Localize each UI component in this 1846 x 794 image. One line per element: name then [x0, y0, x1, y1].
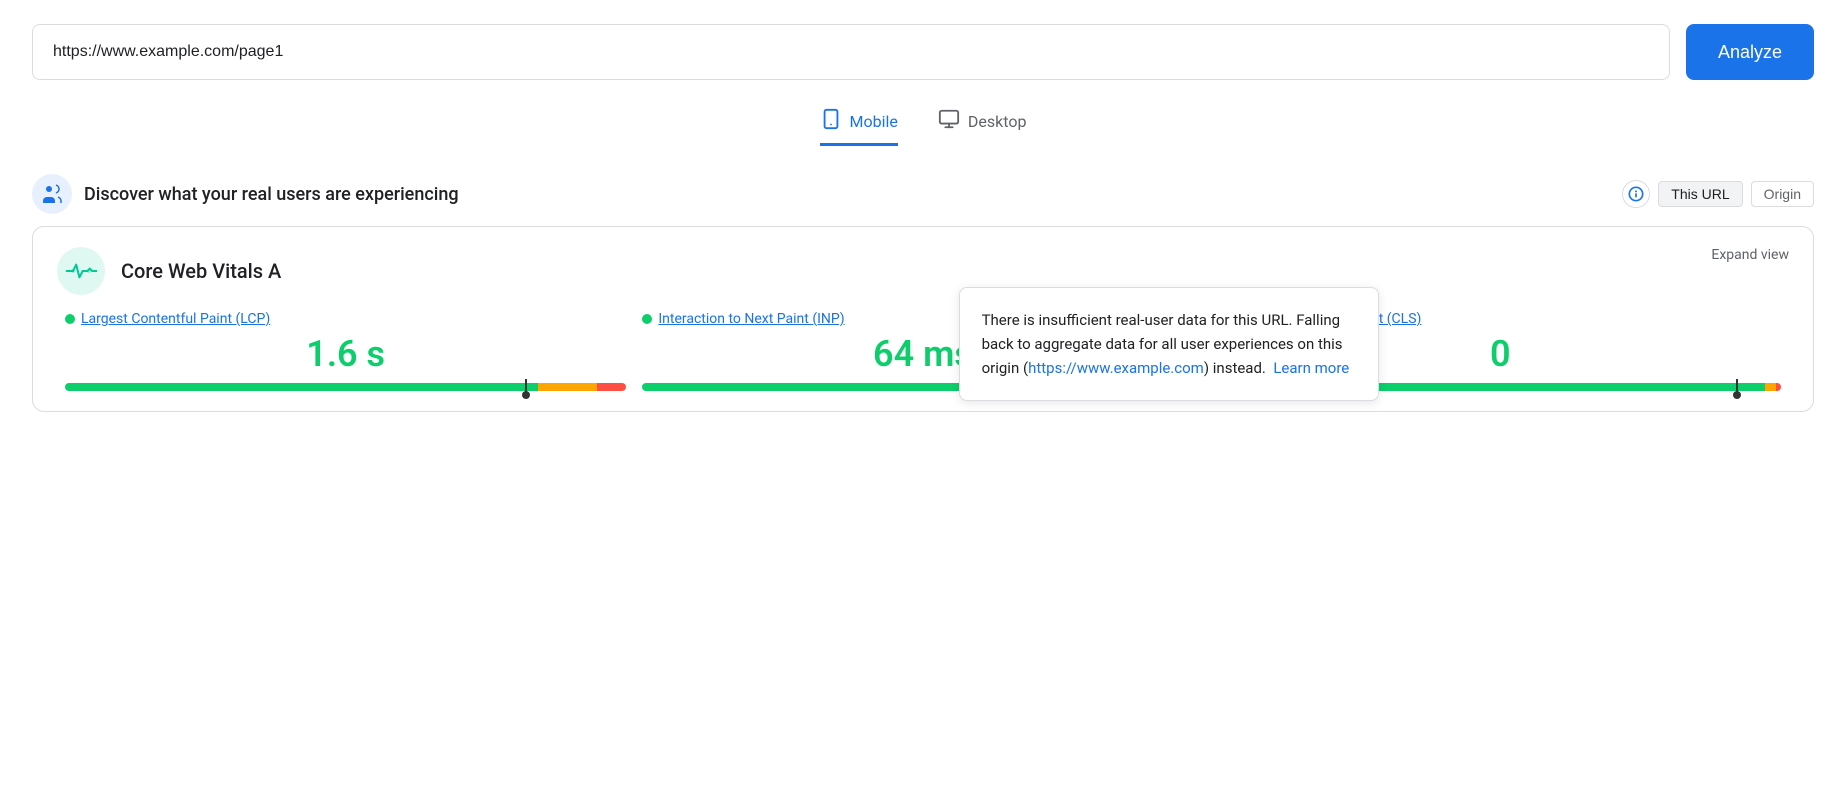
learn-more-link[interactable]: Learn more — [1273, 359, 1349, 377]
lcp-status-dot — [65, 314, 75, 324]
cls-bar-pin — [1736, 379, 1738, 395]
cwv-title: Core Web Vitals A — [121, 259, 281, 283]
section-header-right: This URL Origin — [1622, 180, 1814, 208]
lcp-value: 1.6 s — [65, 333, 626, 375]
tooltip-text-after: ) instead. — [1204, 359, 1266, 377]
cwv-icon — [57, 247, 105, 295]
info-icon[interactable] — [1622, 180, 1650, 208]
section-header-left: Discover what your real users are experi… — [32, 174, 459, 214]
tab-mobile[interactable]: Mobile — [820, 108, 898, 146]
lcp-label[interactable]: Largest Contentful Paint (LCP) — [65, 311, 626, 327]
inp-status-dot — [642, 314, 652, 324]
tab-desktop-label: Desktop — [968, 112, 1027, 131]
lcp-bar — [65, 383, 626, 391]
url-bar-row: Analyze — [32, 24, 1814, 80]
metrics-row: Largest Contentful Paint (LCP) 1.6 s Int… — [57, 311, 1789, 395]
this-url-toggle[interactable]: This URL — [1658, 181, 1742, 207]
cwv-header: Core Web Vitals A — [57, 247, 1789, 295]
cls-bar-yellow — [1765, 383, 1776, 391]
lcp-bar-red — [597, 383, 627, 391]
origin-toggle[interactable]: Origin — [1751, 181, 1814, 207]
cls-bar-red — [1776, 383, 1781, 391]
expand-view-link[interactable]: Expand view — [1711, 247, 1789, 263]
lcp-bar-green — [65, 383, 538, 391]
lcp-bar-track — [65, 383, 626, 391]
tooltip-origin-link[interactable]: https://www.example.com — [1028, 359, 1204, 377]
desktop-icon — [938, 108, 960, 135]
lcp-bar-yellow — [538, 383, 597, 391]
metric-lcp: Largest Contentful Paint (LCP) 1.6 s — [57, 311, 634, 395]
mobile-icon — [820, 108, 842, 135]
tabs-row: Mobile Desktop — [32, 108, 1814, 146]
analyze-button[interactable]: Analyze — [1686, 24, 1814, 80]
tooltip-box: There is insufficient real-user data for… — [959, 287, 1379, 401]
section-title: Discover what your real users are experi… — [84, 184, 459, 205]
main-card: Core Web Vitals A Expand view There is i… — [32, 226, 1814, 412]
section-avatar — [32, 174, 72, 214]
url-input[interactable] — [32, 24, 1670, 80]
section-header: Discover what your real users are experi… — [32, 174, 1814, 214]
tab-mobile-label: Mobile — [850, 112, 898, 131]
tab-desktop[interactable]: Desktop — [938, 108, 1027, 146]
lcp-bar-pin — [525, 379, 527, 395]
